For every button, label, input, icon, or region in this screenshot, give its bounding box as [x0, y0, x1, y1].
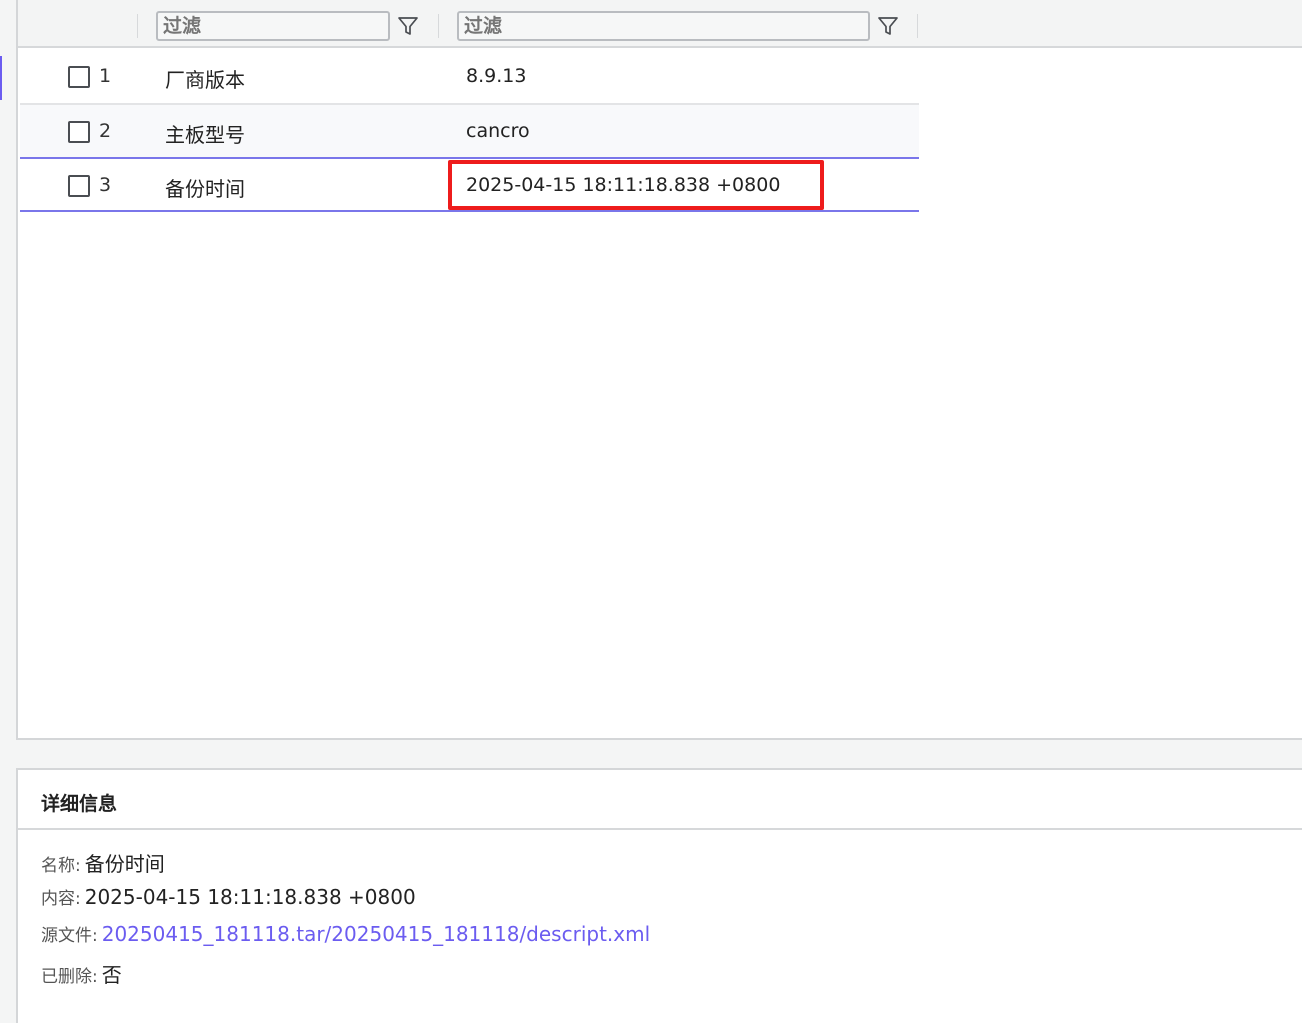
detail-deleted-label: 已删除:: [41, 967, 98, 987]
column-separator: [438, 14, 439, 38]
filter-icon[interactable]: [874, 12, 902, 40]
detail-name-line: 名称: 备份时间: [41, 848, 165, 877]
detail-title: 详细信息: [41, 793, 118, 815]
detail-source-label: 源文件:: [41, 926, 98, 946]
column-separator: [917, 14, 918, 38]
name-cell: 备份时间: [165, 177, 245, 201]
checkbox-icon[interactable]: [68, 66, 90, 88]
value-cell: cancro: [466, 120, 530, 142]
detail-header: 详细信息: [18, 770, 1302, 830]
data-grid: 1 厂商版本 8.9.13 2 主板型号 cancro 3 备份时间 2025-…: [16, 0, 1302, 740]
value-cell: 8.9.13: [466, 65, 527, 87]
source-file-link[interactable]: 20250415_181118.tar/20250415_181118/desc…: [102, 922, 650, 946]
detail-name-label: 名称:: [41, 856, 81, 876]
table-row[interactable]: 2 主板型号 cancro: [20, 105, 919, 158]
highlight-annotation: [448, 160, 824, 210]
checkbox-icon[interactable]: [68, 175, 90, 197]
name-cell: 厂商版本: [165, 68, 245, 92]
name-cell: 主板型号: [165, 123, 245, 147]
detail-content-value: 2025-04-15 18:11:18.838 +0800: [84, 885, 416, 909]
row-number: 3: [99, 174, 112, 196]
detail-deleted-line: 已删除: 否: [41, 959, 122, 988]
detail-name-value: 备份时间: [84, 852, 165, 876]
row-number: 1: [99, 65, 112, 87]
name-filter-input[interactable]: [156, 11, 390, 41]
detail-source-line: 源文件: 20250415_181118.tar/20250415_181118/…: [41, 921, 650, 946]
filter-icon[interactable]: [394, 12, 422, 40]
detail-panel: 详细信息 名称: 备份时间 内容: 2025-04-15 18:11:18.838 …: [16, 768, 1302, 1023]
column-separator: [137, 14, 138, 38]
left-accent-bar: [0, 56, 2, 100]
detail-content-line: 内容: 2025-04-15 18:11:18.838 +0800: [41, 884, 416, 909]
detail-content-label: 内容:: [41, 889, 81, 909]
table-row[interactable]: 1 厂商版本 8.9.13: [20, 50, 919, 105]
value-filter-input[interactable]: [457, 11, 870, 41]
detail-deleted-value: 否: [101, 963, 122, 987]
filter-row: [18, 0, 1302, 48]
checkbox-icon[interactable]: [68, 121, 90, 143]
row-number: 2: [99, 120, 112, 142]
